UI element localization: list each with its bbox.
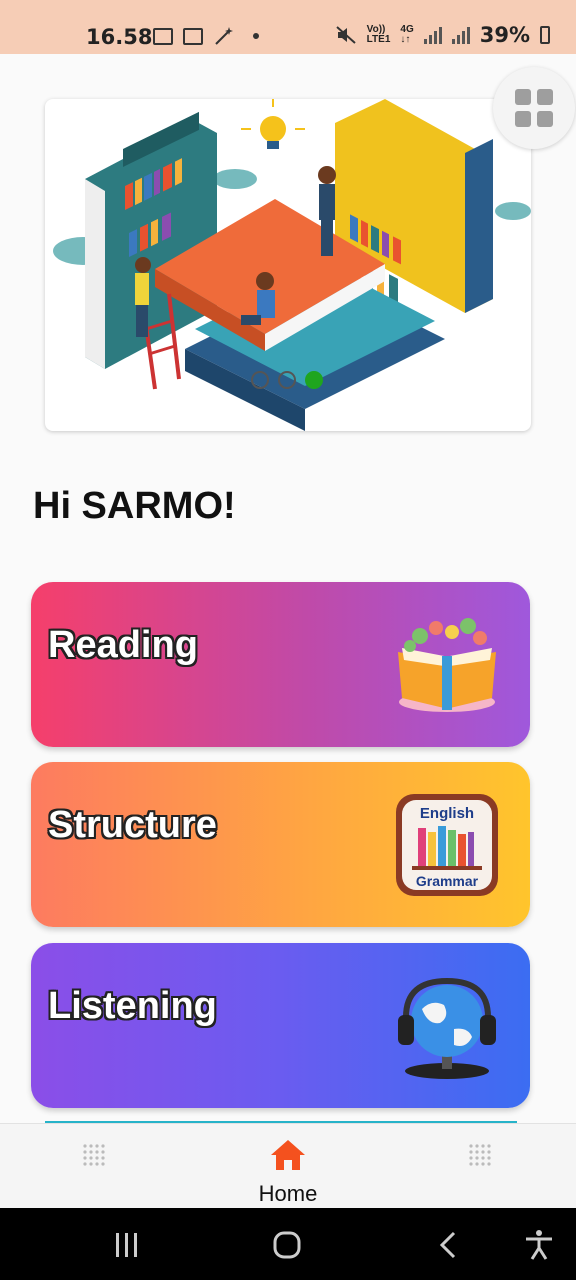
- nav-home[interactable]: Home: [248, 1132, 328, 1206]
- magic-wand-icon: [215, 27, 233, 45]
- notification-icons: [153, 26, 259, 46]
- accessibility-icon[interactable]: [522, 1228, 556, 1262]
- mute-icon: [336, 26, 356, 44]
- grid-icon-cell: [515, 111, 531, 127]
- generation-label: 4G ↓↑: [400, 25, 413, 45]
- listening-card[interactable]: Listening: [31, 943, 530, 1108]
- icon-text-bottom: Grammar: [416, 873, 479, 889]
- image-icon: [153, 27, 173, 45]
- network-label: Vo)) LTE1: [367, 25, 391, 45]
- carousel-indicator[interactable]: [251, 371, 323, 389]
- grid-icon: [515, 89, 531, 105]
- back-icon[interactable]: [432, 1228, 466, 1262]
- bottom-navigation: Home: [0, 1123, 576, 1208]
- dots-grid-icon[interactable]: [467, 1142, 495, 1170]
- grid-icon-cell: [537, 111, 553, 127]
- english-grammar-book-icon: English Grammar: [396, 794, 498, 896]
- home-icon: [271, 1140, 305, 1170]
- battery-percent: 39%: [479, 23, 530, 47]
- signal-icon-2: [451, 26, 470, 44]
- network-label-bottom: LTE1: [366, 34, 391, 45]
- system-navigation-bar: [0, 1208, 576, 1280]
- status-bar: 16.58 Vo)) LTE1 4G ↓↑ 39%: [0, 0, 576, 54]
- carousel-dot[interactable]: [251, 371, 269, 389]
- carousel-dot[interactable]: [278, 371, 296, 389]
- more-notifications-icon: [253, 33, 259, 39]
- nav-home-label: Home: [258, 1181, 318, 1206]
- generation-label-bottom: ↓↑: [400, 34, 411, 45]
- status-time: 16.58: [86, 25, 153, 49]
- menu-grid-button[interactable]: [493, 67, 575, 149]
- battery-icon: [540, 26, 550, 44]
- signal-icon: [423, 26, 442, 44]
- recents-icon[interactable]: [110, 1228, 144, 1262]
- structure-card[interactable]: Structure English Grammar: [31, 762, 530, 927]
- open-book-flowers-icon: [398, 618, 496, 712]
- grid-icon-cell: [537, 89, 553, 105]
- status-right: Vo)) LTE1 4G ↓↑ 39%: [335, 23, 550, 47]
- globe-headphones-icon: [398, 977, 496, 1079]
- banner-carousel[interactable]: [45, 99, 531, 431]
- home-circle-icon[interactable]: [270, 1228, 304, 1262]
- icon-text-top: English: [420, 805, 474, 822]
- greeting-text: Hi SARMO!: [33, 485, 236, 527]
- card-label: Structure: [48, 804, 217, 846]
- dots-grid-icon[interactable]: [81, 1142, 109, 1170]
- carousel-dot-active[interactable]: [305, 371, 323, 389]
- reading-card[interactable]: Reading: [31, 582, 530, 747]
- card-label: Listening: [48, 985, 217, 1027]
- card-label: Reading: [48, 624, 198, 666]
- calendar-icon: [183, 27, 203, 45]
